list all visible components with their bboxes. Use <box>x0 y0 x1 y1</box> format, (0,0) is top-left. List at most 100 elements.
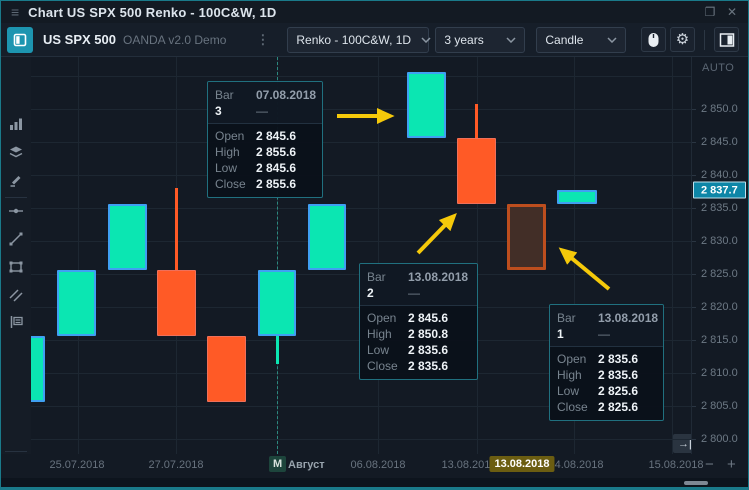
symbol-name[interactable]: US SPX 500 <box>43 32 116 47</box>
rectangle-tool[interactable] <box>8 259 24 275</box>
month-marker-badge: М <box>269 456 286 472</box>
renko-brick-up[interactable] <box>557 190 597 204</box>
price-axis-label: 2 850.0 <box>701 103 738 115</box>
tooltip-ohlc-label: High <box>557 367 598 383</box>
series-select[interactable]: Renko - 100C&W, 1D <box>287 27 429 53</box>
trendline-icon <box>8 231 24 247</box>
tooltip-bar-number: 1 <box>557 326 598 342</box>
tooltip-ohlc-row: Open2 845.6 <box>367 310 470 326</box>
renko-brick-up[interactable] <box>407 72 446 138</box>
price-axis-label: 2 815.0 <box>701 334 738 346</box>
price-axis[interactable]: AUTO 2 850.02 845.02 840.02 835.02 830.0… <box>691 57 748 454</box>
sidebar-divider <box>5 451 27 452</box>
yellow-arrow[interactable] <box>418 217 453 253</box>
chart-panel-button[interactable] <box>7 27 33 53</box>
toolbar-separator <box>704 30 705 50</box>
tooltip-ohlc-value: 2 835.6 <box>408 358 448 374</box>
price-axis-tick <box>692 109 696 110</box>
annotation-icon <box>8 314 24 330</box>
tooltip-header-row: Bar07.08.2018 <box>215 87 315 103</box>
price-axis-tick <box>692 406 696 407</box>
renko-brick-down[interactable] <box>457 138 496 204</box>
style-select[interactable]: Candle <box>536 27 626 53</box>
renko-brick-up[interactable] <box>308 204 346 270</box>
chevron-down-icon <box>506 37 516 43</box>
tooltip-ohlc-label: Open <box>215 128 256 144</box>
tooltip-ohlc-value: 2 825.6 <box>598 383 638 399</box>
mouse-mode-button[interactable] <box>641 27 666 52</box>
time-axis-label: 13.08.2018 <box>441 459 496 471</box>
tooltip-ohlc-label: Close <box>557 399 598 415</box>
tooltip-header-row: 3— <box>215 103 315 119</box>
horizontal-gridline <box>31 142 691 143</box>
candle-wick-low <box>276 336 279 364</box>
trendline-tool[interactable] <box>8 231 24 247</box>
time-axis-label: 27.07.2018 <box>148 459 203 471</box>
price-axis-tick <box>692 142 696 143</box>
auto-scale-label[interactable]: AUTO <box>702 62 734 74</box>
tooltip-ohlc-value: 2 835.6 <box>408 342 448 358</box>
tooltip-ohlc-value: 2 825.6 <box>598 399 638 415</box>
tooltip-ohlc-row: Close2 855.6 <box>215 176 315 192</box>
tooltip-header-row: 1— <box>557 326 656 342</box>
crosshair-tool[interactable] <box>8 203 24 219</box>
tooltip-header-row: 2— <box>367 285 470 301</box>
renko-brick-down[interactable] <box>207 336 246 402</box>
tooltip-body: Open2 835.6High2 835.6Low2 825.6Close2 8… <box>550 347 663 420</box>
tooltip-bar-label: Bar <box>215 87 256 103</box>
menu-icon[interactable]: ≡ <box>11 5 19 19</box>
scrollbar-thumb[interactable] <box>684 481 708 485</box>
panel-left-icon <box>12 32 28 48</box>
range-select[interactable]: 3 years <box>435 27 525 53</box>
renko-brick-up[interactable] <box>31 336 45 402</box>
annotation-tool[interactable] <box>8 314 24 330</box>
yellow-arrow[interactable] <box>563 251 609 289</box>
tooltip-date: 13.08.2018 <box>408 269 468 285</box>
range-select-value: 3 years <box>444 33 496 47</box>
zoom-in-button[interactable]: + <box>723 454 740 475</box>
tooltip-body: Open2 845.6High2 855.6Low2 845.6Close2 8… <box>208 124 322 197</box>
layers-tool[interactable] <box>8 144 24 160</box>
series-select-value: Renko - 100C&W, 1D <box>296 33 411 47</box>
renko-brick-up[interactable] <box>57 270 96 336</box>
layout-panel-button[interactable] <box>714 27 739 52</box>
price-axis-tick <box>692 307 696 308</box>
time-axis-label: 06.08.2018 <box>350 459 405 471</box>
price-axis-label: 2 805.0 <box>701 400 738 412</box>
tooltip-dash: — <box>408 285 420 301</box>
marker-tool[interactable] <box>8 172 24 188</box>
window-title: Chart US SPX 500 Renko - 100C&W, 1D <box>28 5 276 20</box>
price-axis-label: 2 825.0 <box>701 268 738 280</box>
price-axis-tick <box>692 241 696 242</box>
close-button[interactable]: ✕ <box>724 5 740 19</box>
tooltip-ohlc-label: Open <box>367 310 408 326</box>
parallel-channel-tool[interactable] <box>8 287 24 303</box>
time-axis[interactable]: − + 25.07.201827.07.201806.08.201813.08.… <box>1 454 748 478</box>
instruments-tool[interactable] <box>8 116 24 132</box>
tooltip-ohlc-label: Close <box>367 358 408 374</box>
tooltip-ohlc-row: Open2 835.6 <box>557 351 656 367</box>
settings-button[interactable]: ⚙ <box>670 27 695 52</box>
chart-window: ≡ Chart US SPX 500 Renko - 100C&W, 1D ❐ … <box>0 0 749 490</box>
renko-brick-up[interactable] <box>108 204 147 270</box>
renko-brick-up[interactable] <box>258 270 296 336</box>
kebab-menu-icon[interactable]: ⋮ <box>256 32 269 48</box>
chart-plot-area[interactable]: →| Bar07.08.20183— Open2 845.6High2 855.6… <box>31 57 691 454</box>
horizontal-gridline <box>31 439 691 440</box>
horizontal-gridline <box>31 175 691 176</box>
selected-renko-brick[interactable] <box>507 204 546 270</box>
tooltip-ohlc-row: High2 850.8 <box>367 326 470 342</box>
go-to-latest-button[interactable]: →| <box>673 434 691 453</box>
maximize-button[interactable]: ❐ <box>702 5 718 19</box>
tooltip-dash: — <box>256 103 268 119</box>
renko-brick-down[interactable] <box>157 270 196 336</box>
time-axis-label: 25.07.2018 <box>49 459 104 471</box>
tooltip-date: 13.08.2018 <box>598 310 658 326</box>
price-axis-label: 2 820.0 <box>701 301 738 313</box>
tooltip-ohlc-row: Open2 845.6 <box>215 128 315 144</box>
mouse-icon <box>647 32 660 48</box>
toolbar: US SPX 500 OANDA v2.0 Demo ⋮ Renko - 100… <box>1 23 748 57</box>
tooltip-ohlc-label: Open <box>557 351 598 367</box>
bar-tooltip-1: Bar13.08.20181—Open2 835.6High2 835.6Low… <box>549 304 664 421</box>
layers-icon <box>8 144 24 160</box>
